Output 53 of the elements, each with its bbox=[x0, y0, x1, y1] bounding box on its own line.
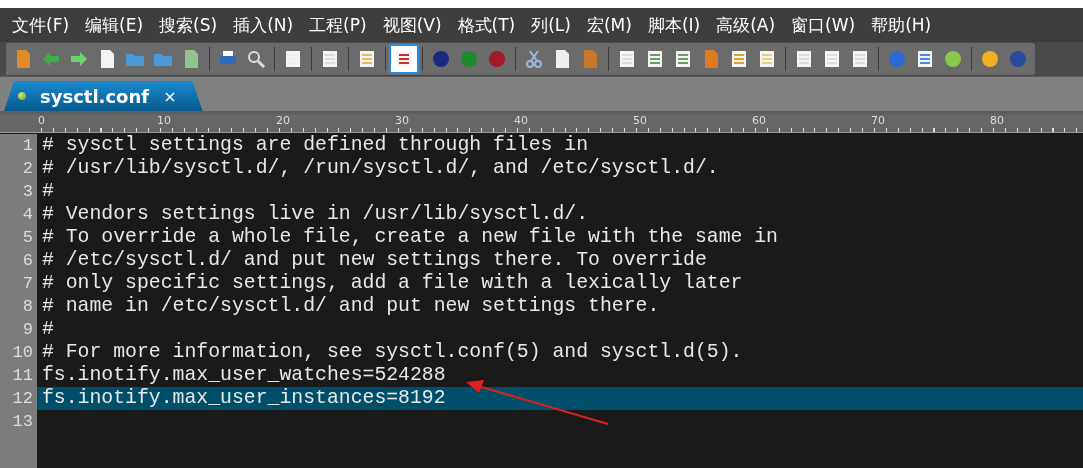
code-line: # sysctl settings are defined through files in bbox=[41, 134, 589, 157]
menu-item[interactable]: 帮助(H) bbox=[865, 13, 938, 37]
code-line: # bbox=[41, 318, 54, 341]
line-number: 7 bbox=[0, 272, 37, 295]
menu-item[interactable]: 高级(A) bbox=[710, 13, 782, 37]
ruler-label: 50 bbox=[633, 114, 647, 127]
code-line: # bbox=[41, 180, 54, 203]
code-line: fs.inotify.max_user_instances=8192 bbox=[41, 387, 446, 410]
ruler-label: 60 bbox=[752, 114, 766, 127]
line-number: 6 bbox=[0, 249, 37, 272]
menu-item[interactable]: 列(L) bbox=[525, 13, 577, 37]
menu-item[interactable]: 格式(T) bbox=[451, 13, 522, 37]
menu-item[interactable]: 插入(N) bbox=[227, 13, 300, 37]
code-line: # To override a whole file, create a new file with the same in bbox=[41, 226, 778, 249]
close-tab-button[interactable]: × bbox=[163, 86, 177, 106]
menu-item[interactable]: 视图(V) bbox=[376, 13, 448, 37]
line-number: 2 bbox=[0, 157, 37, 180]
menu-item[interactable]: 编辑(E) bbox=[79, 13, 150, 37]
ruler-label: 0 bbox=[38, 114, 45, 127]
line-number: 10 bbox=[0, 341, 37, 364]
line-number: 13 bbox=[0, 410, 37, 433]
file-tab[interactable]: sysctl.conf × bbox=[4, 81, 203, 111]
line-number: 12 bbox=[0, 387, 37, 410]
code-line: # Vendors settings live in /usr/lib/sysctl.d/. bbox=[41, 203, 589, 226]
ruler-label: 80 bbox=[990, 114, 1004, 127]
line-number: 1 bbox=[0, 134, 37, 157]
code-line: # For more information, see sysctl.conf(5) and sysctl.d(5). bbox=[41, 341, 743, 364]
line-number: 3 bbox=[0, 180, 37, 203]
menu-item[interactable]: 窗口(W) bbox=[785, 13, 862, 37]
menu-item[interactable]: 文件(F) bbox=[6, 13, 76, 37]
code-line: # name in /etc/sysctl.d/ and put new settings there. bbox=[41, 295, 660, 318]
ruler-label: 20 bbox=[276, 114, 290, 127]
ruler-label: 70 bbox=[871, 114, 885, 127]
ruler-label: 30 bbox=[395, 114, 409, 127]
line-number: 9 bbox=[0, 318, 37, 341]
menu-item[interactable]: 宏(M) bbox=[580, 13, 638, 37]
status-dot-icon bbox=[18, 92, 26, 100]
menu-item[interactable]: 搜索(S) bbox=[153, 13, 224, 37]
code-line: # only specific settings, add a file with a lexically later bbox=[41, 272, 743, 295]
menu-item[interactable]: 脚本(I) bbox=[641, 13, 707, 37]
code-line: # /etc/sysctl.d/ and put new settings there. To override bbox=[41, 249, 707, 272]
code-line: fs.inotify.max_user_watches=524288 bbox=[41, 364, 446, 387]
line-number: 11 bbox=[0, 364, 37, 387]
ruler-label: 40 bbox=[514, 114, 528, 127]
line-number: 4 bbox=[0, 203, 37, 226]
menu-item[interactable]: 工程(P) bbox=[303, 13, 373, 37]
gutter bbox=[0, 433, 37, 468]
code-line: # /usr/lib/sysctl.d/, /run/sysctl.d/, and /etc/sysctl.d/. bbox=[41, 157, 719, 180]
line-number: 8 bbox=[0, 295, 37, 318]
list-icon[interactable] bbox=[391, 46, 417, 72]
tab-label: sysctl.conf bbox=[40, 85, 150, 107]
line-number: 5 bbox=[0, 226, 37, 249]
ruler-label: 10 bbox=[157, 114, 171, 127]
